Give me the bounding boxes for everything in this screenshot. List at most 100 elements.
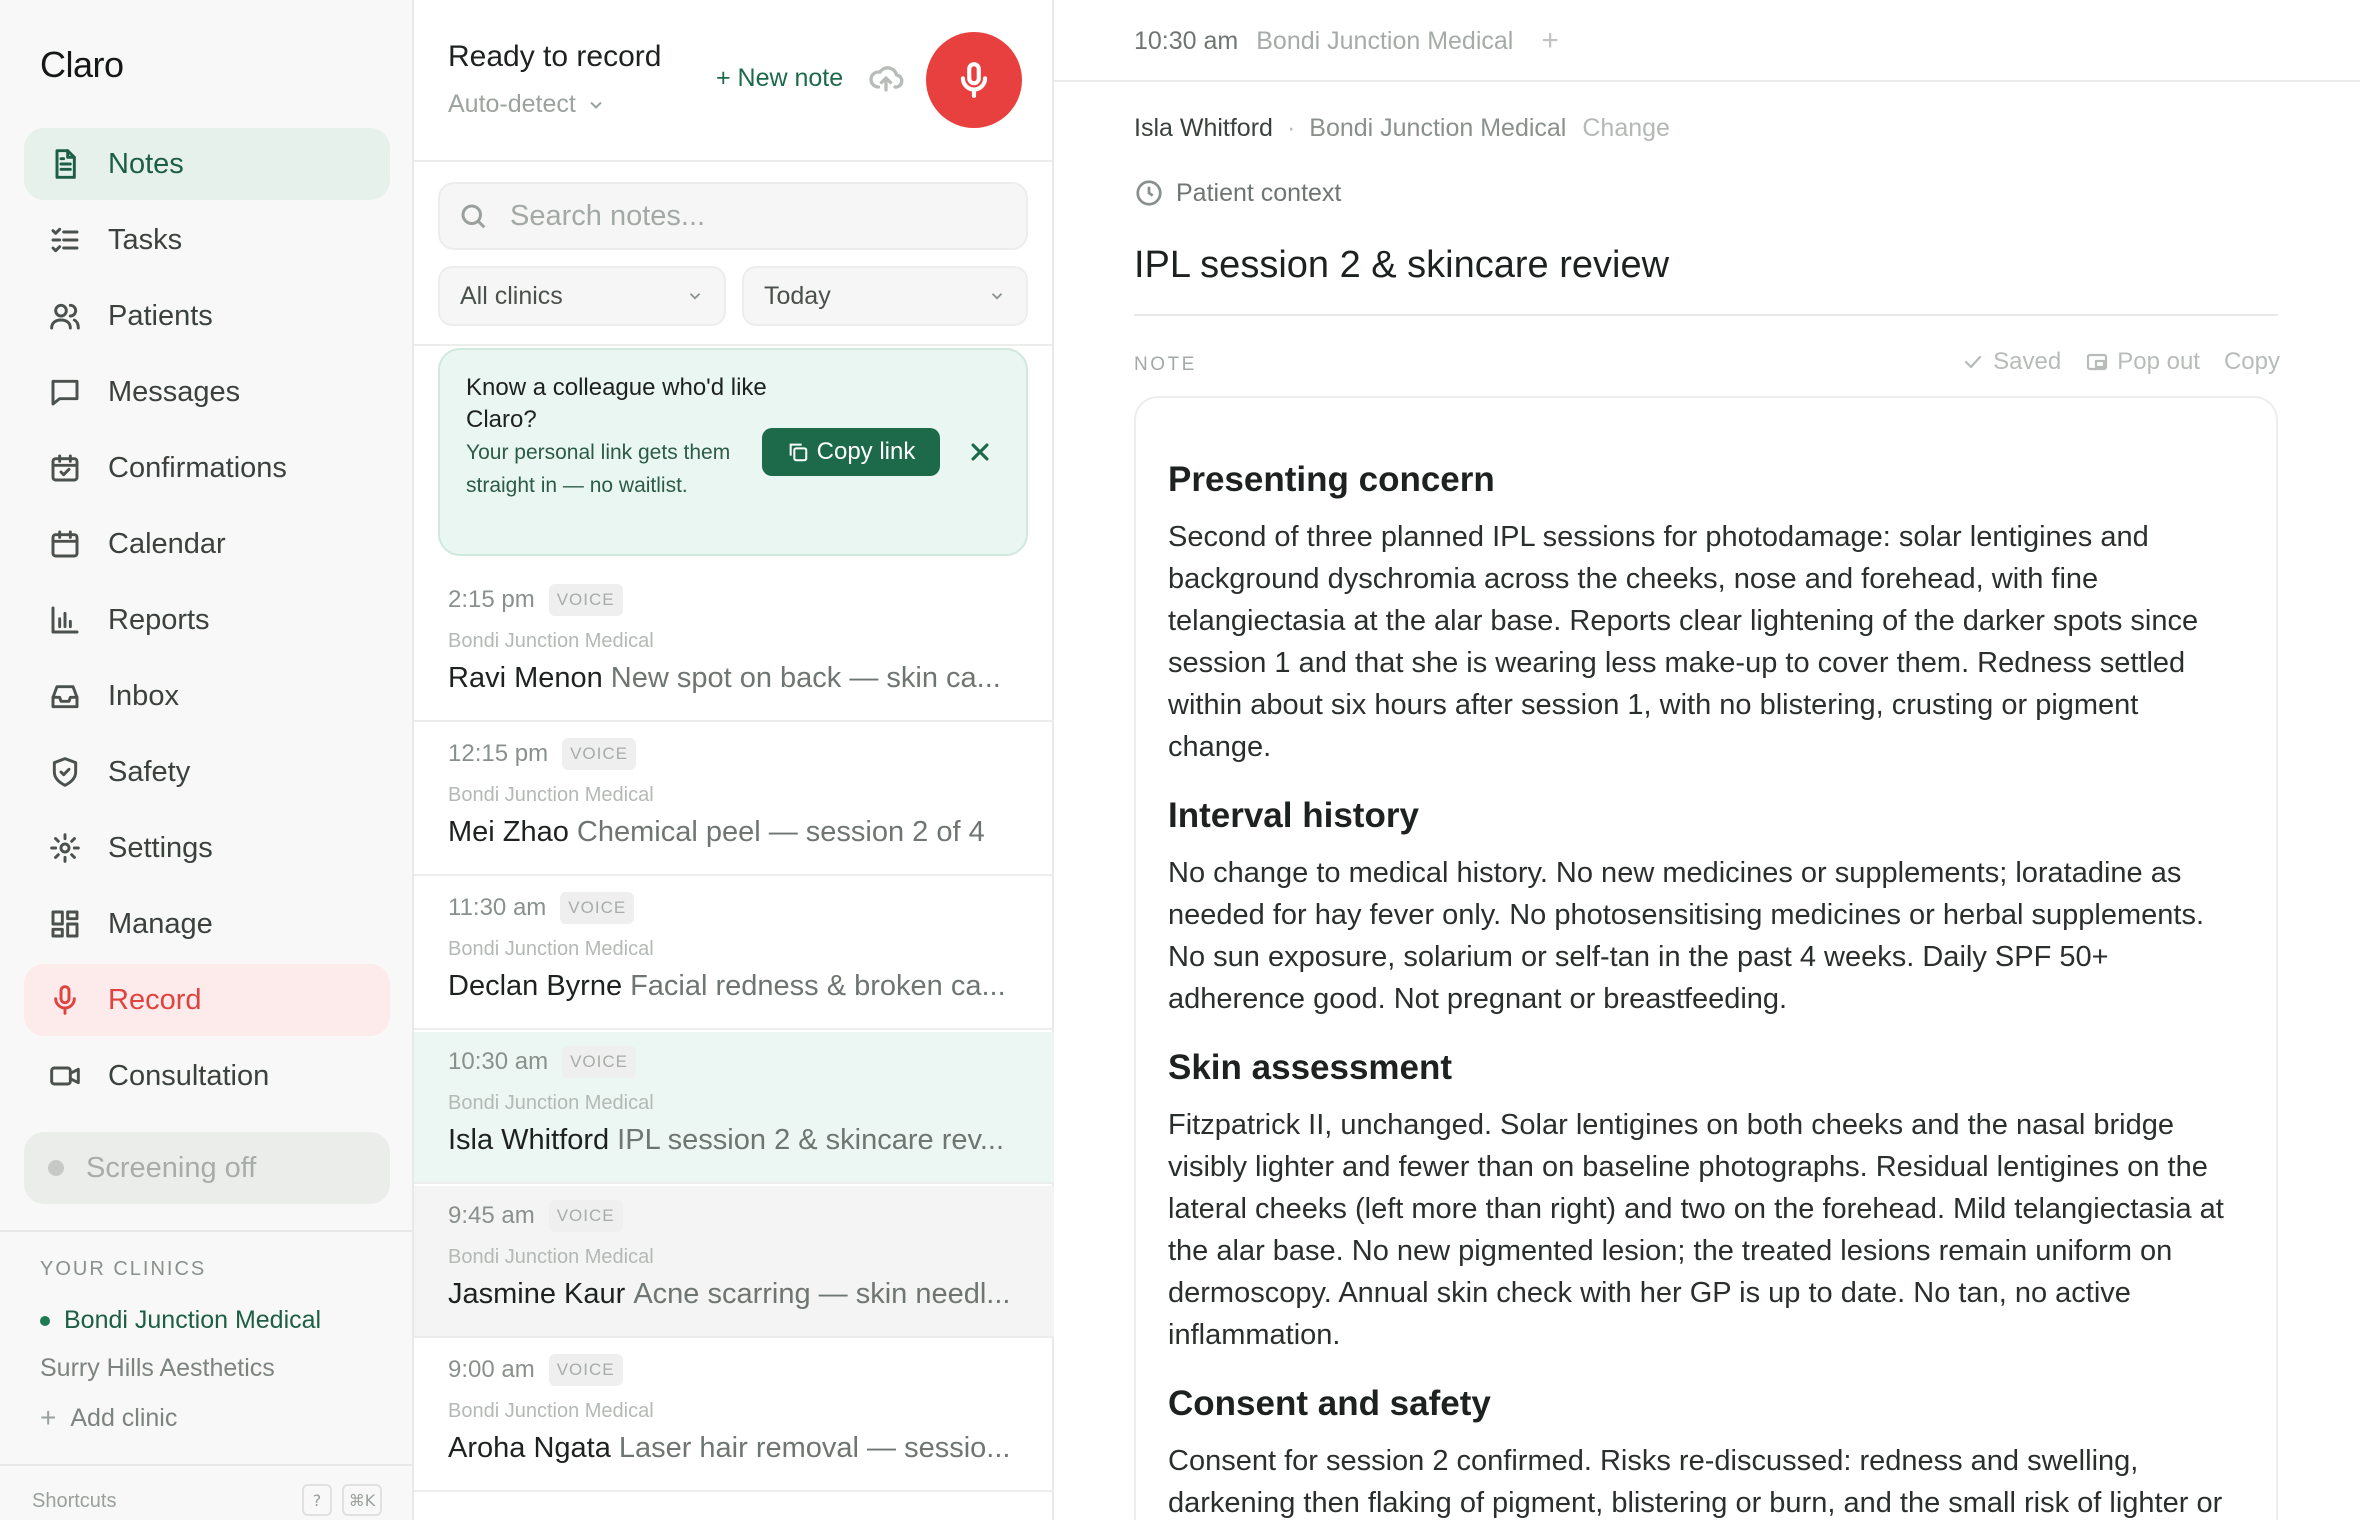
note-time: 2:15 pm VOICE <box>448 584 623 616</box>
sidebar-item-reports[interactable]: Reports <box>24 584 390 656</box>
search-input[interactable]: Search notes... <box>438 182 1028 250</box>
list-item[interactable]: 11:30 am VOICE Bondi Junction Medical Dec… <box>414 878 1054 1030</box>
close-icon[interactable] <box>966 438 994 466</box>
section-heading: Interval history <box>1168 796 1419 835</box>
sidebar-item-confirmations[interactable]: Confirmations <box>24 432 390 504</box>
patient-clinic: Bondi Junction Medical <box>1309 114 1567 142</box>
note-meta-header: 10:30 am Bondi Junction Medical + <box>1134 24 1559 58</box>
note-time: 12:15 pm VOICE <box>448 738 636 770</box>
note-summary-line: Declan Byrne Facial redness & broken ca..… <box>448 970 1034 1003</box>
sidebar-item-tasks[interactable]: Tasks <box>24 204 390 276</box>
sidebar-item-patients[interactable]: Patients <box>24 280 390 352</box>
patient-context-label: Patient context <box>1176 178 1342 207</box>
screening-toggle[interactable]: Screening off <box>24 1132 390 1204</box>
sidebar-item-safety[interactable]: Safety <box>24 736 390 808</box>
voice-badge: VOICE <box>562 738 636 770</box>
sidebar-item-consultation[interactable]: Consultation <box>24 1040 390 1112</box>
chevron-down-icon <box>991 293 1003 300</box>
bar-chart-icon <box>48 603 82 637</box>
record-button[interactable] <box>926 32 1022 128</box>
sidebar-item-inbox[interactable]: Inbox <box>24 660 390 732</box>
plus-icon: + <box>40 1402 57 1433</box>
brand-logo[interactable]: Claro <box>40 44 124 86</box>
checklist-icon <box>48 223 82 257</box>
note-clinic: Bondi Junction Medical <box>448 938 654 960</box>
clinic-item-active[interactable]: Bondi Junction Medical <box>40 1306 321 1335</box>
sidebar-nav: Notes Tasks Patients Messages Confirmati… <box>24 128 390 1116</box>
new-note-button[interactable]: + New note <box>716 64 843 93</box>
copy-button[interactable]: Copy <box>2224 348 2280 376</box>
change-clinic-link[interactable]: Change <box>1582 114 1670 143</box>
copy-link-label: Copy link <box>816 438 916 465</box>
status-dot <box>48 1160 64 1176</box>
list-item-selected[interactable]: 10:30 am VOICE Bondi Junction Medical Isl… <box>414 1032 1054 1184</box>
note-time: 10:30 am VOICE <box>448 1046 636 1078</box>
list-item[interactable]: 9:45 am VOICE Bondi Junction Medical Jasm… <box>414 1186 1054 1338</box>
chevron-down-icon <box>689 293 701 300</box>
sidebar-item-label: Manage <box>108 907 213 940</box>
recorder-mode-select[interactable]: Auto-detect <box>448 90 606 119</box>
date-filter-select[interactable]: Today <box>742 266 1028 326</box>
note-body[interactable]: Presenting concern Second of three plann… <box>1134 396 2278 1520</box>
list-item[interactable]: 9:00 am VOICE Bondi Junction Medical Aroh… <box>414 1340 1054 1492</box>
note-time-text: 11:30 am <box>448 894 547 921</box>
note-summary-line: Jasmine Kaur Acne scarring — skin needl..… <box>448 1278 1034 1311</box>
note-summary: Acne scarring — skin needl... <box>633 1278 1011 1310</box>
note-time: 9:45 am VOICE <box>448 1200 623 1232</box>
clinic-item[interactable]: Surry Hills Aesthetics <box>40 1354 275 1383</box>
sidebar-item-manage[interactable]: Manage <box>24 888 390 960</box>
shortcuts-link[interactable]: Shortcuts <box>32 1490 116 1513</box>
section-body: No change to medical history. No new med… <box>1168 857 2204 1015</box>
divider <box>414 160 1052 162</box>
calendar-check-icon <box>48 451 82 485</box>
note-time-text: 12:15 pm <box>448 740 549 767</box>
video-icon <box>48 1059 82 1093</box>
voice-badge: VOICE <box>548 1354 623 1386</box>
note-patient: Jasmine Kaur <box>448 1278 626 1310</box>
divider <box>0 1464 412 1466</box>
sidebar-item-label: Consultation <box>108 1059 270 1092</box>
saved-label: Saved <box>1993 348 2062 375</box>
sidebar-item-settings[interactable]: Settings <box>24 812 390 884</box>
calendar-icon <box>48 527 82 561</box>
recorder-mode-value: Auto-detect <box>448 90 576 118</box>
section-heading: Skin assessment <box>1168 1048 1453 1087</box>
pop-out-button[interactable]: Pop out <box>2085 348 2200 376</box>
voice-badge: VOICE <box>548 584 623 616</box>
note-patient: Aroha Ngata <box>448 1432 611 1464</box>
add-clinic-button[interactable]: + Add clinic <box>40 1402 177 1434</box>
note-patient: Mei Zhao <box>448 816 569 848</box>
note-title[interactable]: IPL session 2 & skincare review <box>1134 244 1669 287</box>
note-clinic: Bondi Junction Medical <box>448 1092 654 1114</box>
copy-link-button[interactable]: Copy link <box>762 428 940 476</box>
note-summary: New spot on back — skin ca... <box>610 662 1001 694</box>
notes-list-panel: Ready to record Auto-detect + New note S… <box>414 0 1054 1520</box>
grid-icon <box>48 907 82 941</box>
note-summary-line: Mei Zhao Chemical peel — session 2 of 4 <box>448 816 1034 849</box>
note-summary-line: Ravi Menon New spot on back — skin ca... <box>448 662 1034 695</box>
search-placeholder: Search notes... <box>510 199 706 232</box>
shortcut-key-help: ? <box>302 1484 332 1516</box>
patient-context-button[interactable]: Patient context <box>1134 178 1341 208</box>
sidebar-item-calendar[interactable]: Calendar <box>24 508 390 580</box>
patient-name[interactable]: Isla Whitford <box>1134 114 1273 143</box>
clinic-filter-value: All clinics <box>460 281 563 310</box>
message-icon <box>48 375 82 409</box>
sidebar-item-notes[interactable]: Notes <box>24 128 390 200</box>
plus-icon[interactable]: + <box>1541 24 1559 58</box>
list-item[interactable]: 12:15 pm VOICE Bondi Junction Medical Mei… <box>414 724 1054 876</box>
divider <box>1054 80 2360 82</box>
upload-cloud-icon[interactable] <box>868 60 904 96</box>
sidebar-item-messages[interactable]: Messages <box>24 356 390 428</box>
referral-banner: Know a colleague who'd like Claro? Your … <box>438 348 1028 556</box>
note-clinic: Bondi Junction Medical <box>448 1400 654 1422</box>
note-summary-line: Isla Whitford IPL session 2 & skincare re… <box>448 1124 1034 1157</box>
voice-badge: VOICE <box>562 1046 636 1078</box>
clinic-filter-select[interactable]: All clinics <box>438 266 726 326</box>
list-item[interactable]: 2:15 pm VOICE Bondi Junction Medical Ravi… <box>414 570 1054 722</box>
active-clinic-dot <box>40 1315 50 1326</box>
sidebar-item-label: Safety <box>108 755 191 788</box>
sidebar-item-record[interactable]: Record <box>24 964 390 1036</box>
copy-icon <box>789 443 807 462</box>
sidebar-item-label: Messages <box>108 375 241 408</box>
